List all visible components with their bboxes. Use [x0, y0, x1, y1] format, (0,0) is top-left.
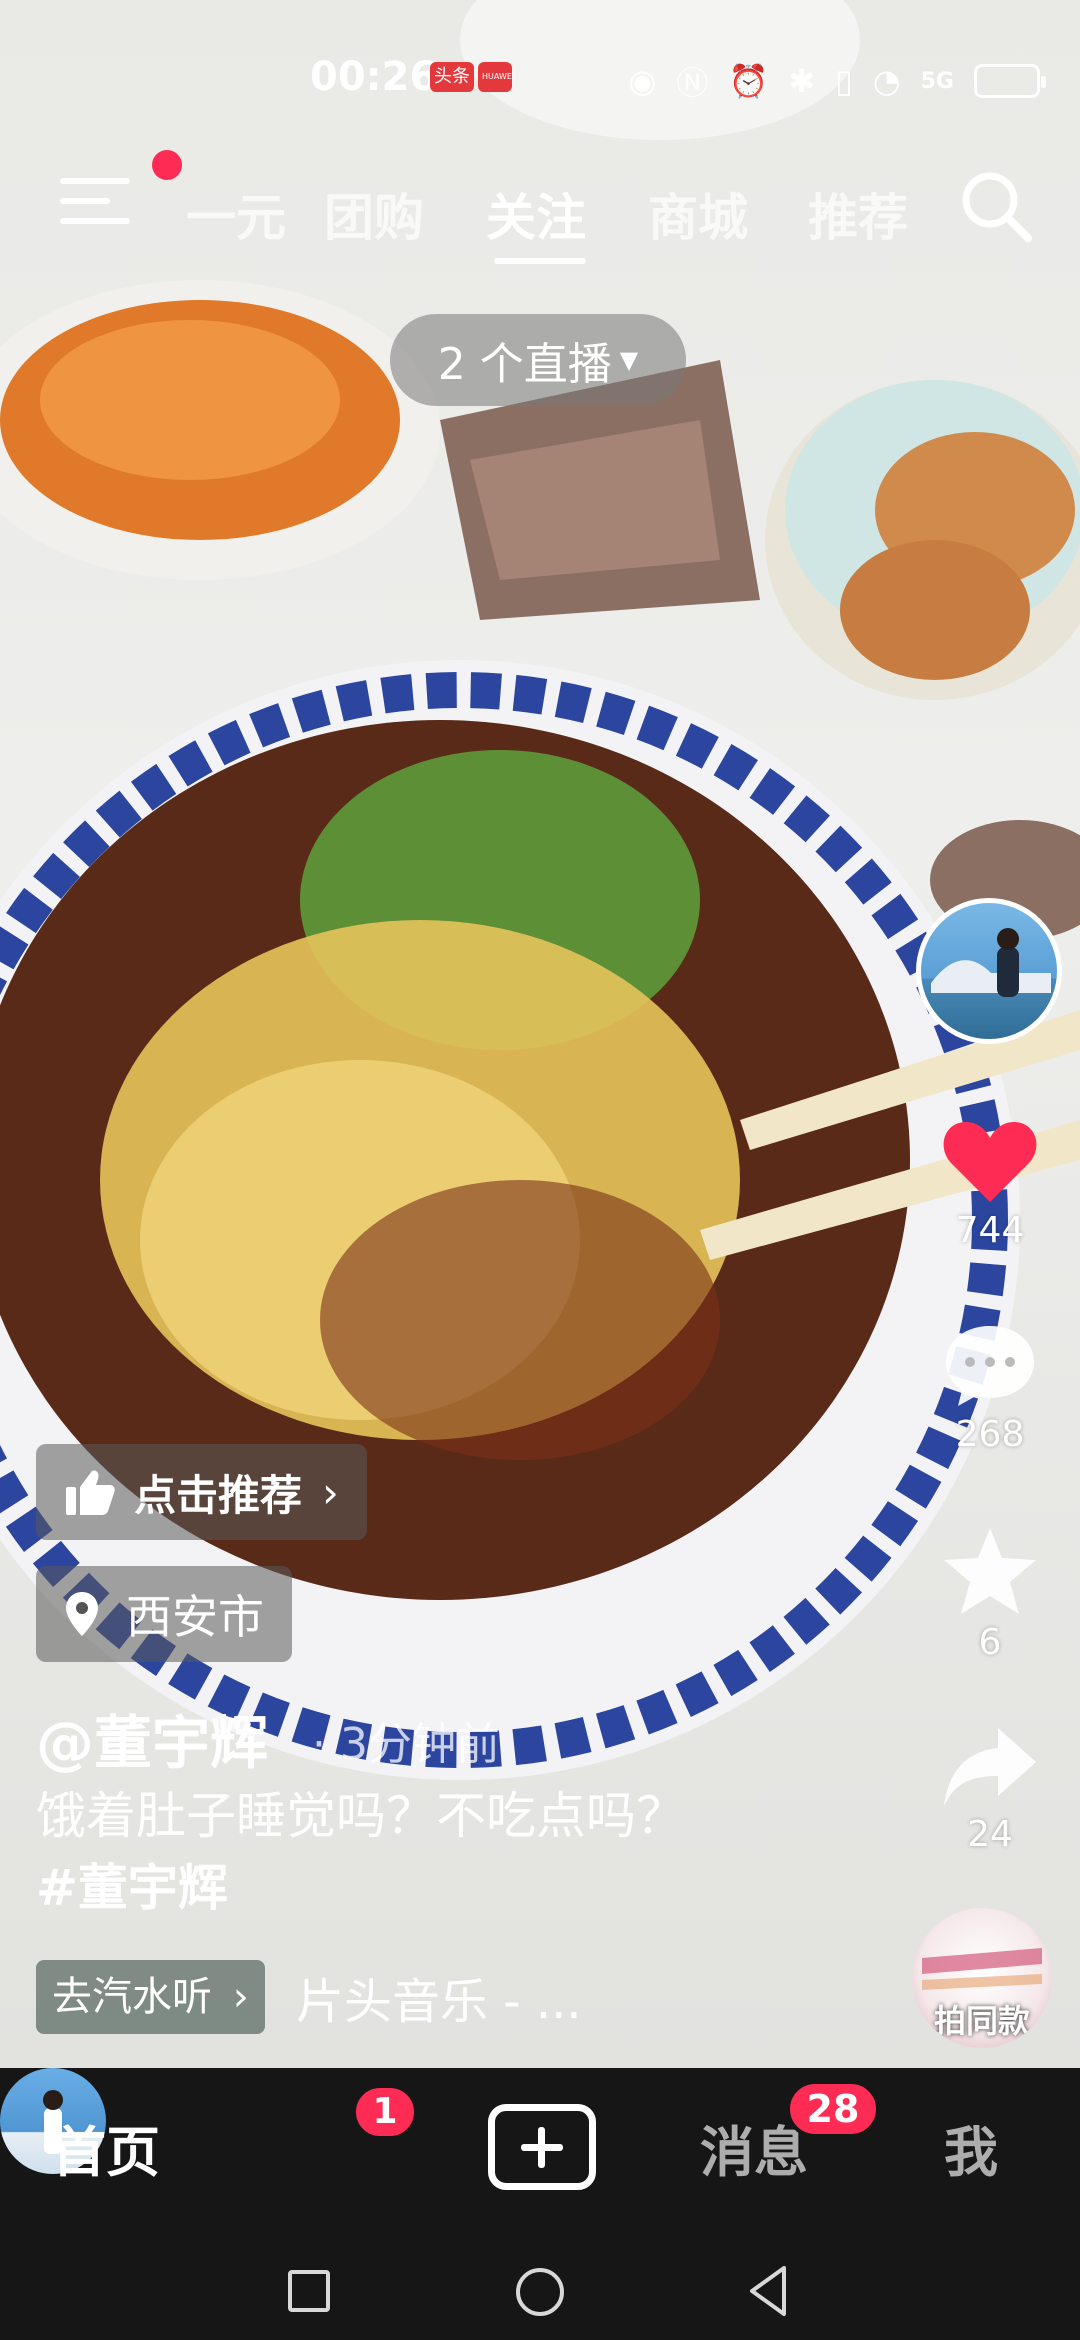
alarm-icon: ⏰	[728, 62, 769, 100]
like-button[interactable]: 744	[930, 1116, 1050, 1251]
recent-apps-icon[interactable]	[288, 2270, 330, 2312]
post-caption[interactable]: 饿着肚子睡觉吗？不吃点吗？ #董宇辉	[36, 1780, 716, 1924]
chevron-right-icon: ›	[322, 1467, 339, 1517]
comment-count: 268	[955, 1414, 1025, 1455]
listen-in-qishui-chip[interactable]: 去汽水听 ›	[36, 1960, 265, 2034]
chevron-right-icon: ›	[232, 1974, 249, 2020]
share-button[interactable]: 24	[930, 1722, 1050, 1855]
wifi-icon: ◔	[872, 62, 901, 100]
status-bar: 00:26 头条 HUAWEI ◉ Ⓝ ⏰ ✱ ▯ ◔ 5G	[0, 48, 1080, 108]
create-button[interactable]	[488, 2104, 596, 2190]
recommend-label: 点击推荐	[134, 1470, 303, 1520]
bluetooth-icon: ✱	[788, 62, 816, 100]
tab-recommend[interactable]: 推荐	[808, 178, 908, 250]
same-style-button[interactable]: 拍同款	[912, 1908, 1052, 2048]
notification-dot	[152, 150, 182, 180]
status-time: 00:26	[310, 54, 438, 100]
favorite-count: 6	[978, 1622, 1002, 1663]
same-style-label: 拍同款	[933, 2002, 1030, 2040]
active-tab-indicator	[494, 258, 586, 264]
music-title[interactable]: 片头音乐 - ...	[296, 1962, 582, 2032]
status-icons: ◉ Ⓝ ⏰ ✱ ▯ ◔ 5G	[628, 58, 1046, 104]
post-time: · 3分钟前	[312, 1719, 500, 1770]
tab-group-buy[interactable]: 团购	[324, 178, 424, 250]
avatar-photo	[931, 928, 1051, 997]
eye-comfort-icon: ◉	[628, 62, 657, 100]
live-count-pill[interactable]: 2 个直播 ▼	[390, 314, 686, 406]
listen-label: 去汽水听	[52, 1974, 212, 2020]
search-icon[interactable]	[956, 166, 1036, 246]
like-count: 744	[955, 1210, 1025, 1251]
caption-text: 饿着肚子睡觉吗？不吃点吗？	[36, 1787, 686, 1845]
favorite-button[interactable]: 6	[930, 1524, 1050, 1663]
comment-icon	[946, 1326, 1034, 1406]
heart-icon	[943, 1122, 1037, 1202]
author-avatar[interactable]	[916, 898, 1062, 1044]
live-count-label: 2 个直播	[437, 339, 612, 390]
friends-badge: 1	[352, 2084, 418, 2140]
caret-down-icon: ▼	[619, 346, 639, 374]
vibrate-icon: ▯	[835, 62, 853, 100]
comment-button[interactable]: 268	[930, 1320, 1050, 1455]
recommend-chip[interactable]: 点击推荐 ›	[36, 1444, 367, 1540]
tab-following[interactable]: 关注	[486, 178, 586, 250]
location-pin-icon	[66, 1592, 98, 1636]
home-icon[interactable]	[516, 2268, 564, 2316]
back-icon[interactable]	[746, 2264, 790, 2318]
thumbs-up-icon	[66, 1470, 115, 1515]
location-chip[interactable]: 西安市	[36, 1566, 292, 1662]
star-icon	[944, 1528, 1036, 1614]
caption-hashtag[interactable]: #董宇辉	[36, 1859, 228, 1917]
nav-home[interactable]: 首页	[52, 2108, 160, 2187]
tab-yiyuan[interactable]: 一元	[186, 178, 286, 250]
nfc-icon: Ⓝ	[676, 64, 709, 102]
news-app-icon: 头条	[430, 62, 474, 92]
share-arrow-icon	[944, 1728, 1036, 1806]
battery-icon	[974, 64, 1046, 98]
author-name[interactable]: @董宇辉	[36, 1696, 268, 1780]
shop-app-icon: HUAWEI	[478, 62, 514, 92]
menu-icon[interactable]	[60, 178, 130, 238]
tab-mall[interactable]: 商城	[648, 178, 748, 250]
system-nav-bar	[0, 2228, 1080, 2340]
messages-badge: 28	[786, 2080, 880, 2138]
share-count: 24	[967, 1814, 1013, 1855]
location-label: 西安市	[126, 1590, 264, 1644]
bottom-nav: 首页 1 消息 28 我	[0, 2068, 1080, 2228]
signal-5g-icon: 5G	[920, 68, 954, 94]
nav-me[interactable]: 我	[944, 2108, 998, 2187]
